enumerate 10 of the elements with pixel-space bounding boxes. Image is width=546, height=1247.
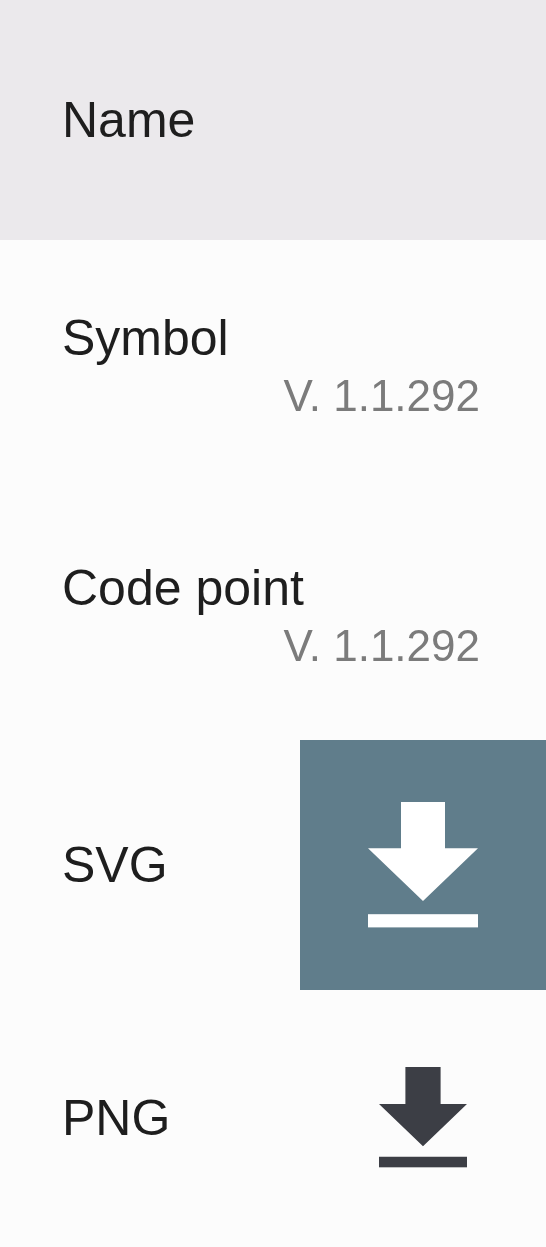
row-label: PNG [62, 1088, 171, 1147]
row-label: Symbol [62, 309, 230, 367]
download-icon [368, 802, 478, 928]
download-button[interactable] [300, 740, 546, 990]
row-label: SVG [62, 836, 168, 894]
row-label: Code point [62, 559, 305, 617]
version-text: V. 1.1.292 [283, 621, 480, 671]
version-text: V. 1.1.292 [283, 371, 480, 421]
download-icon [379, 1067, 467, 1168]
column-header: Name [62, 91, 196, 149]
